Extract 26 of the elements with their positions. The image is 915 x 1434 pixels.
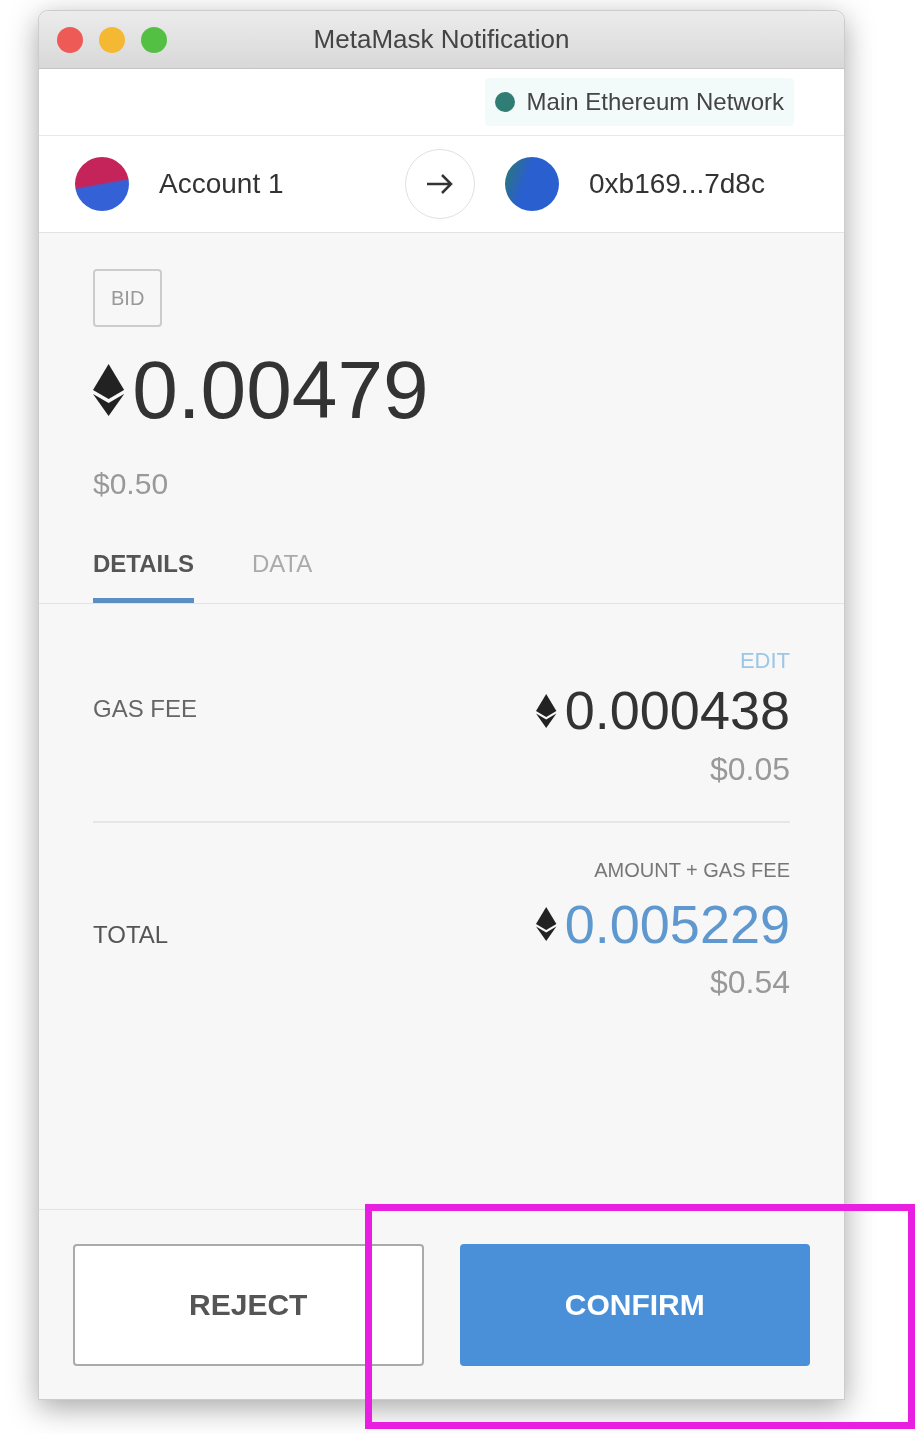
arrow-right-icon [425, 172, 455, 196]
gas-fee-amount: 0.000438 [564, 679, 790, 742]
tab[interactable]: DETAILS [93, 546, 194, 603]
recipient-avatar [505, 157, 559, 211]
method-badge: BID [93, 269, 163, 327]
network-indicator[interactable]: Main Ethereum Network [484, 78, 794, 126]
window-title: MetaMask Notification [313, 23, 570, 56]
sender-name: Account 1 [159, 167, 284, 201]
recipient-address: 0xb169...7d8c [589, 167, 765, 201]
fiat-value: $0.50 [93, 466, 170, 502]
ethereum-icon [93, 364, 125, 416]
minimize-icon[interactable] [99, 26, 125, 53]
total-label: TOTAL [93, 919, 169, 950]
total-amount: 0.005229 [564, 892, 790, 956]
reject-button[interactable]: REJECT [73, 1243, 424, 1366]
account-avatar [75, 157, 129, 211]
total-fiat: $0.54 [709, 963, 790, 1002]
maximize-icon[interactable] [141, 26, 167, 53]
network-name: Main Ethereum Network [526, 87, 784, 117]
gas-fee-label: GAS FEE [93, 694, 198, 724]
amount-value: 0.00479 [132, 349, 429, 431]
gas-fee-fiat: $0.05 [709, 749, 790, 789]
total-note: AMOUNT + GAS FEE [594, 857, 790, 883]
close-icon[interactable] [57, 26, 83, 53]
ethereum-icon [536, 907, 557, 942]
ethereum-icon [536, 693, 557, 728]
